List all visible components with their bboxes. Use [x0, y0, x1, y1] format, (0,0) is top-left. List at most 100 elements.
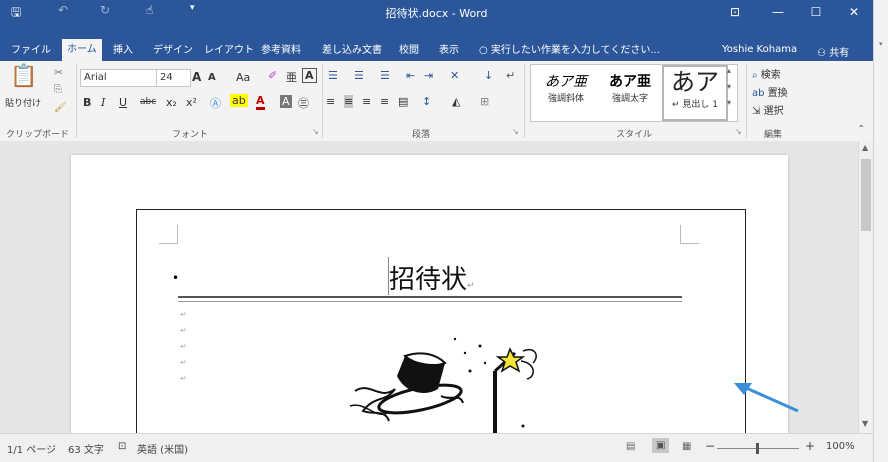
tab-insert[interactable]: 挿入 [108, 41, 138, 61]
read-mode-icon[interactable]: ▤ [626, 441, 635, 452]
group-label-clipboard: クリップボード [6, 130, 70, 140]
clear-format-icon[interactable]: ✐ [268, 69, 277, 82]
sort-icon[interactable]: ↓ [484, 69, 493, 82]
font-size-box[interactable]: 24 [156, 69, 191, 87]
shrink-font-button[interactable]: A [208, 72, 216, 83]
justify-icon[interactable]: ≡ [380, 95, 389, 108]
style-emphasis-bold[interactable]: あア亜 強調太字 [600, 71, 660, 104]
maximize-button[interactable]: ☐ [796, 0, 836, 24]
scroll-up-icon[interactable]: ▲ [862, 143, 868, 152]
paragraph-mark: ↵ [467, 281, 475, 291]
select-button[interactable]: ⇲ 選択 [752, 102, 784, 117]
font-dialog-launcher-icon[interactable]: ↘ [312, 127, 319, 136]
tab-design[interactable]: デザイン [148, 41, 198, 61]
tab-view[interactable]: 表示 [434, 41, 464, 61]
italic-button[interactable]: I [101, 96, 105, 109]
decrease-indent-icon[interactable]: ⇤ [406, 69, 415, 82]
copy-icon[interactable]: ⎘ [54, 84, 62, 95]
strikethrough-button[interactable]: abc [140, 97, 156, 107]
cut-icon[interactable]: ✂ [54, 66, 63, 79]
magic-hat-clipart[interactable] [345, 331, 545, 433]
align-left-icon[interactable]: ≡ [326, 95, 335, 108]
font-color-icon[interactable]: A [256, 95, 265, 110]
paste-icon[interactable]: 📋 [10, 64, 37, 89]
group-label-font: フォント [172, 130, 209, 140]
increase-indent-icon[interactable]: ⇥ [424, 69, 433, 82]
tab-references[interactable]: 参考資料 [256, 41, 306, 61]
zoom-level[interactable]: 100% [826, 441, 855, 452]
cursor-icon: ⇲ [752, 106, 761, 117]
underline-button[interactable]: U [119, 96, 127, 109]
gallery-down-icon[interactable]: ▾ [727, 82, 731, 91]
tab-file[interactable]: ファイル [6, 41, 56, 61]
shading-icon[interactable]: ◭ [452, 95, 460, 108]
word-count[interactable]: 63 文字 [68, 441, 104, 456]
tab-home[interactable]: ホーム [62, 39, 102, 61]
find-button[interactable]: ⌕ 検索 [752, 66, 781, 81]
gallery-more-icon[interactable]: ▾ [727, 98, 731, 107]
title-bar: 🖫 ↶ ↻ ☝ ▾ 招待状.docx - Word ⊡ — ☐ ✕ [0, 0, 873, 24]
styles-dialog-launcher-icon[interactable]: ↘ [735, 127, 742, 136]
style-emphasis-italic[interactable]: あア亜 強調斜体 [536, 71, 596, 104]
zoom-in-button[interactable]: + [805, 439, 815, 453]
document-title[interactable]: 招待状↵ [389, 259, 475, 296]
user-name[interactable]: Yoshie Kohama [722, 44, 797, 55]
tab-mailings[interactable]: 差し込み文書 [317, 41, 387, 61]
web-layout-icon[interactable]: ▦ [682, 441, 691, 452]
language-indicator[interactable]: 英語 (米国) [137, 441, 188, 456]
document-title-text: 招待状 [389, 265, 468, 295]
text-effects-icon[interactable]: Ⓐ [210, 95, 221, 111]
tell-me-box[interactable]: ○ 実行したい作業を入力してください... [474, 41, 665, 61]
lightbulb-icon: ○ [479, 45, 488, 56]
gallery-up-icon[interactable]: ▴ [727, 66, 731, 75]
font-name-box[interactable]: Arial [80, 69, 157, 87]
char-shading-icon[interactable]: A [280, 95, 292, 108]
select-label: 選択 [763, 106, 784, 117]
paste-label[interactable]: 貼り付け [5, 96, 41, 109]
line-spacing-icon[interactable]: ↕ [422, 95, 431, 108]
distributed-icon[interactable]: ▤ [398, 95, 408, 108]
document-area[interactable]: • 招待状↵ ↵ ↵ ↵ ↵ ↵ [0, 141, 858, 433]
grow-font-button[interactable]: A [192, 70, 201, 84]
show-marks-icon[interactable]: ↵ [506, 69, 515, 82]
char-border-icon[interactable]: A [302, 68, 317, 83]
replace-button[interactable]: ab 置換 [752, 84, 788, 99]
text-direction-icon[interactable]: ✕ [450, 69, 459, 82]
bullets-icon[interactable]: ☰ [328, 69, 338, 82]
borders-icon[interactable]: ⊞ [480, 95, 489, 108]
vertical-scrollbar[interactable]: ▲ ▼ [858, 141, 873, 433]
paragraph-dialog-launcher-icon[interactable]: ↘ [512, 127, 519, 136]
multilevel-list-icon[interactable]: ☰ [380, 69, 390, 82]
phonetic-guide-icon[interactable]: 亜 [286, 69, 297, 85]
scroll-down-icon[interactable]: ▼ [862, 419, 868, 428]
empty-paragraph-marks: ↵ ↵ ↵ ↵ ↵ [180, 310, 187, 383]
style-preview: あア [671, 68, 719, 96]
change-case-button[interactable]: Aa [236, 71, 250, 84]
ribbon-display-icon[interactable]: ⊡ [715, 0, 755, 24]
collapse-ribbon-icon[interactable]: ⌃ [857, 124, 865, 135]
scroll-thumb[interactable] [861, 159, 871, 231]
zoom-out-button[interactable]: − [705, 439, 715, 453]
bold-button[interactable]: B [83, 96, 91, 109]
group-label-styles: スタイル [616, 130, 653, 140]
group-divider [524, 64, 525, 138]
share-button[interactable]: ⚇ 共有 [817, 44, 849, 59]
print-layout-icon[interactable]: ▣ [652, 438, 670, 453]
close-button[interactable]: ✕ [834, 0, 873, 24]
enclose-char-icon[interactable]: ㊂ [298, 95, 309, 111]
proofing-icon[interactable]: ⊡ [118, 441, 126, 452]
superscript-button[interactable]: x² [186, 96, 197, 109]
tab-review[interactable]: 校閲 [394, 41, 424, 61]
tab-layout[interactable]: レイアウト [199, 41, 259, 61]
page-count[interactable]: 1/1 ページ [7, 441, 56, 456]
minimize-button[interactable]: — [758, 0, 798, 24]
align-center-icon[interactable]: ≡ [344, 95, 354, 108]
style-heading-1[interactable]: あア ↵ 見出し 1 [662, 65, 728, 121]
format-painter-icon[interactable]: 🖌 [54, 102, 67, 113]
align-right-icon[interactable]: ≡ [362, 95, 371, 108]
highlight-icon[interactable]: ab [230, 94, 248, 107]
zoom-slider-thumb[interactable] [756, 443, 759, 454]
numbering-icon[interactable]: ☰ [354, 69, 364, 82]
subscript-button[interactable]: x₂ [166, 96, 177, 109]
outer-scroll-arrow-icon[interactable]: ▾ [879, 40, 883, 48]
